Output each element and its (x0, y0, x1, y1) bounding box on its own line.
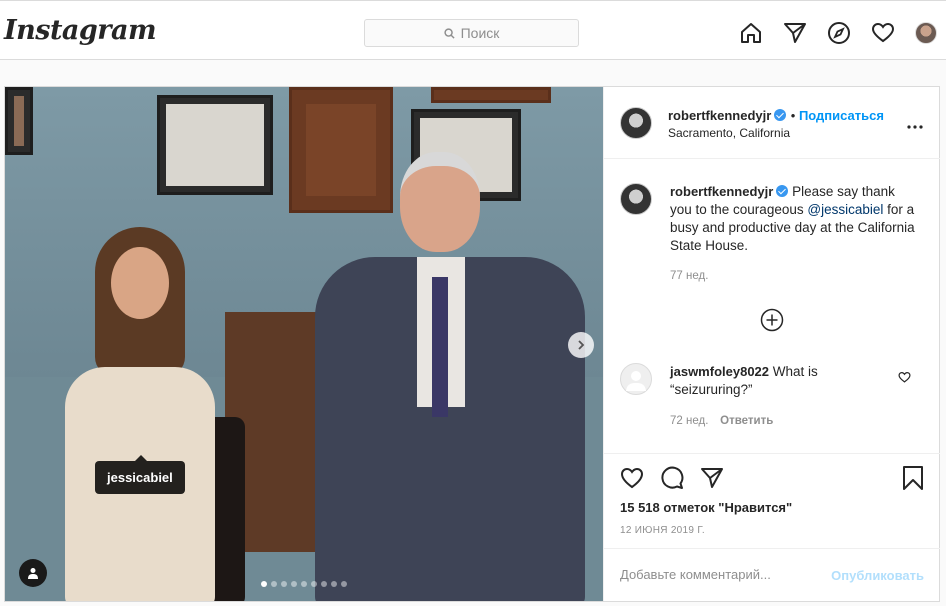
carousel-dot (271, 581, 277, 587)
direct-messages-icon[interactable] (783, 21, 807, 45)
bookmark-icon[interactable] (902, 466, 924, 495)
search-input[interactable]: Поиск (364, 19, 579, 47)
post-date[interactable]: 12 ИЮНЯ 2019 Г. (620, 525, 705, 536)
wall-frame (5, 87, 33, 155)
carousel-dot (311, 581, 317, 587)
carousel-dot (301, 581, 307, 587)
carousel-indicator (261, 581, 351, 587)
caption-mention-link[interactable]: @jessicabiel (807, 202, 883, 217)
carousel-dot (261, 581, 267, 587)
default-user-icon (626, 371, 646, 391)
add-comment-section: Опубликовать (604, 548, 940, 602)
chevron-right-icon (578, 340, 585, 350)
instagram-logo[interactable]: Instagram (4, 15, 157, 46)
carousel-dot (321, 581, 327, 587)
top-navigation-bar: Instagram Поиск (0, 0, 946, 60)
author-avatar[interactable] (620, 107, 652, 139)
commenter-username[interactable]: jaswmfoley8022 (670, 364, 769, 379)
load-more-comments-button[interactable] (760, 308, 784, 332)
man-figure (305, 147, 595, 601)
tagged-users-button[interactable] (19, 559, 47, 587)
likes-count[interactable]: 15 518 отметок "Нравится" (620, 500, 792, 515)
verified-badge-icon (776, 185, 789, 197)
publish-button[interactable]: Опубликовать (831, 568, 924, 583)
caption-author-avatar[interactable] (620, 183, 652, 215)
comment-like-icon[interactable] (898, 371, 911, 389)
share-paper-plane-icon[interactable] (700, 466, 724, 495)
caption-timestamp[interactable]: 77 нед. (670, 267, 920, 285)
activity-heart-icon[interactable] (871, 21, 895, 45)
more-options-icon[interactable] (907, 117, 923, 135)
post-sidebar: robertfkennedyjr • Подписаться Sacrament… (603, 87, 940, 601)
verified-badge-icon (774, 109, 787, 121)
like-heart-icon[interactable] (620, 466, 644, 495)
post-photo[interactable]: jessicabiel (5, 87, 603, 601)
plus-circle-icon (760, 308, 784, 332)
comment-item: jaswmfoley8022 What is “seizururing?” 72… (670, 363, 900, 430)
commenter-avatar[interactable] (620, 363, 652, 395)
comment-input[interactable] (620, 567, 820, 582)
post-header: robertfkennedyjr • Подписаться Sacrament… (604, 87, 940, 159)
user-icon (28, 568, 38, 579)
post-actions: 15 518 отметок "Нравится" 12 ИЮНЯ 2019 Г… (604, 453, 940, 601)
carousel-dot (291, 581, 297, 587)
profile-avatar[interactable] (915, 22, 937, 44)
carousel-dot (281, 581, 287, 587)
wall-photo-frame (157, 95, 273, 195)
reply-button[interactable]: Ответить (720, 415, 773, 427)
explore-icon[interactable] (827, 21, 851, 45)
home-icon[interactable] (739, 21, 763, 45)
carousel-next-button[interactable] (568, 332, 594, 358)
wall-frame-top (431, 87, 551, 103)
photo-user-tag[interactable]: jessicabiel (95, 455, 185, 494)
carousel-dot (341, 581, 347, 587)
search-placeholder: Поиск (460, 25, 500, 41)
post-location[interactable]: Sacramento, California (668, 126, 790, 140)
post-card: jessicabiel robertfkennedyjr • Подписать… (4, 86, 940, 602)
search-icon (443, 27, 455, 39)
caption-username[interactable]: robertfkennedyjr (670, 184, 773, 199)
follow-button[interactable]: Подписаться (799, 108, 884, 123)
comment-bubble-icon[interactable] (660, 466, 684, 495)
carousel-dot (331, 581, 337, 587)
post-caption: robertfkennedyjr Please say thank you to… (670, 183, 920, 285)
author-username[interactable]: robertfkennedyjr (668, 108, 771, 123)
woman-figure (45, 227, 235, 601)
separator-dot: • (790, 108, 799, 123)
comment-timestamp[interactable]: 72 нед. (670, 415, 708, 427)
